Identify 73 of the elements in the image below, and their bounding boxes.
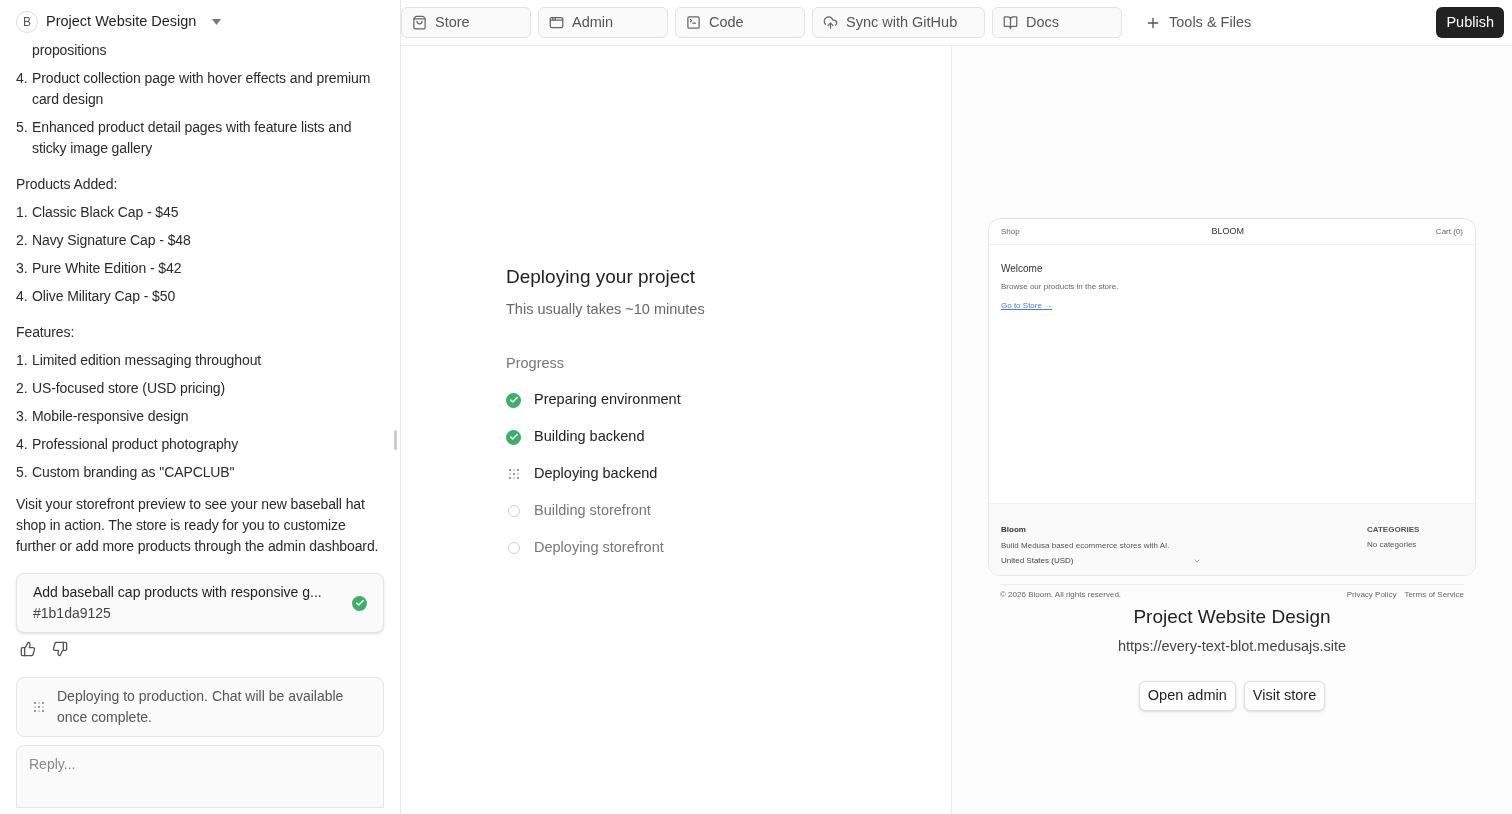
tools-button[interactable]: Tools & Files — [1129, 11, 1268, 34]
list-number: 1. — [16, 351, 29, 370]
reply-field[interactable]: Reply... — [16, 745, 384, 808]
cloud-upload-icon — [823, 15, 838, 30]
list-number: 1. — [16, 203, 29, 222]
action-button[interactable]: Visit store — [1243, 681, 1326, 712]
section-heading: Products Added: — [16, 175, 119, 194]
toolbar-tab[interactable]: Code — [675, 7, 805, 38]
list-number: 4. — [16, 435, 29, 454]
project-name[interactable]: Project Website Design — [46, 11, 197, 33]
list-item-text: Product collection page with hover effects and premium card design — [32, 69, 372, 109]
thumbs-up-icon[interactable] — [20, 641, 36, 657]
toolbar-tab[interactable]: Store — [401, 7, 531, 38]
check-icon — [352, 595, 367, 611]
resize-handle[interactable] — [394, 430, 397, 450]
welcome-text: Browse our products in the store. — [1001, 281, 1120, 293]
commit-hash: #1b1da9125 — [33, 604, 112, 623]
list-item-text: Pure White Edition - $42 — [32, 259, 182, 278]
list-number: 5. — [16, 463, 29, 482]
list-number: 2. — [16, 231, 29, 250]
list-number: 4. — [16, 287, 29, 306]
book-icon — [1003, 15, 1018, 30]
toolbar-tab[interactable]: Sync with GitHub — [812, 7, 985, 38]
list-item-text: Enhanced product detail pages with feature lists and sticky image gallery — [32, 118, 353, 158]
list-number: 3. — [16, 259, 29, 278]
footer-text: Build Medusa based ecommerce stores with AI. — [1001, 540, 1171, 552]
deploy-title: Deploying your project — [506, 264, 697, 289]
step-label: Building backend — [534, 427, 645, 447]
categories-title: CATEGORIES — [1367, 524, 1421, 536]
list-number: 2. — [16, 379, 29, 398]
site-url[interactable]: https://every-text-blot.medusajs.site — [1117, 635, 1347, 658]
step-label: Preparing environment — [534, 390, 681, 410]
list-item-text: Classic Black Cap - $45 — [32, 203, 179, 222]
notice-text: Deploying to production. Chat will be available once complete. — [57, 687, 345, 727]
message-text: Visit your storefront preview to see your new baseball hat shop in action. The store is ready for you to customize further or add more products through the admin dashboard. — [16, 495, 380, 556]
toolbar-tab[interactable]: Docs — [992, 7, 1122, 38]
step-label: Building storefront — [534, 501, 651, 521]
step-label: Deploying storefront — [534, 538, 664, 558]
publish-button[interactable]: Publish — [1436, 7, 1504, 38]
list-item-text: Professional product photography — [32, 435, 239, 454]
list-item-text: Limited edition messaging throughout — [32, 351, 262, 370]
store-logo: BLOOM — [1211, 224, 1245, 238]
loading-icon — [33, 701, 45, 713]
list-item-text: Navy Signature Cap - $48 — [32, 231, 191, 250]
section-heading: Features: — [16, 323, 76, 342]
progress-label: Progress — [506, 353, 566, 373]
commit-title: Add baseball cap products with responsive g... — [33, 583, 323, 602]
welcome-heading: Welcome — [1001, 262, 1044, 276]
list-item-text: Mobile-responsive design — [32, 407, 189, 426]
region-label: United States (USD) — [1001, 555, 1074, 567]
loading-icon — [507, 468, 520, 480]
toolbar-tab[interactable]: Admin — [538, 7, 668, 38]
commit-card[interactable]: Add baseball cap products with responsive g... #1b1da9125 — [16, 573, 384, 633]
categories-text: No categories — [1367, 539, 1418, 551]
list-item-text: Olive Military Cap - $50 — [32, 287, 176, 306]
caret-icon[interactable] — [212, 19, 222, 25]
window-icon — [549, 15, 564, 30]
footer-brand: Bloom — [1001, 524, 1027, 536]
thumbs-down-icon[interactable] — [52, 641, 68, 657]
step-label: Deploying backend — [534, 464, 658, 484]
site-title: Project Website Design — [1133, 605, 1331, 629]
list-number: 3. — [16, 407, 29, 426]
copyright-text: © 2026 Bloom. All rights reserved. — [1000, 589, 1122, 601]
bag-icon — [412, 15, 427, 30]
list-number: 5. — [16, 118, 29, 137]
action-button[interactable]: Open admin — [1138, 681, 1236, 712]
deploy-subtitle: This usually takes ~10 minutes — [506, 300, 706, 319]
message-text: propositions — [31, 41, 108, 60]
terminal-icon — [686, 15, 701, 30]
list-item-text: US-focused store (USD pricing) — [32, 379, 226, 398]
list-item-text: Custom branding as "CAPCLUB" — [32, 463, 235, 482]
list-number: 4. — [16, 69, 29, 88]
chevron-down-icon — [1193, 557, 1201, 565]
